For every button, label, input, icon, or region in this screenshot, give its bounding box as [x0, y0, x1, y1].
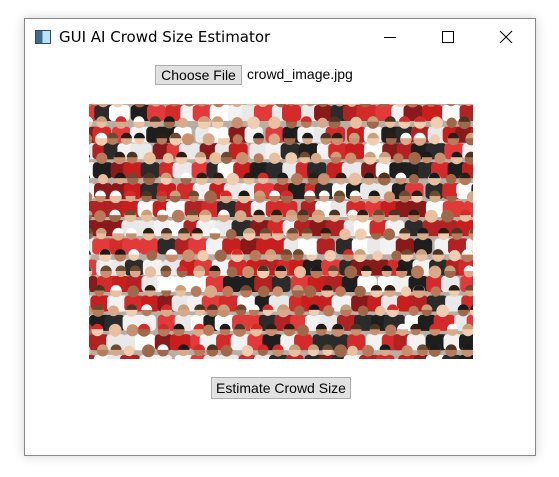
estimate-crowd-size-button[interactable]: Estimate Crowd Size — [211, 377, 351, 399]
app-window-icon — [35, 30, 51, 44]
selected-file-name: crowd_image.jpg — [247, 66, 353, 82]
choose-file-button[interactable]: Choose File — [155, 65, 242, 85]
title-bar[interactable]: GUI AI Crowd Size Estimator — [25, 19, 535, 57]
maximize-button[interactable] — [419, 19, 477, 55]
minimize-button[interactable] — [361, 19, 419, 55]
maximize-icon — [442, 31, 454, 43]
crowd-photo — [89, 104, 473, 359]
window-title: GUI AI Crowd Size Estimator — [59, 28, 271, 46]
minimize-icon — [384, 37, 396, 38]
close-icon — [499, 30, 513, 44]
app-window: GUI AI Crowd Size Estimator Choose File … — [24, 18, 536, 456]
close-button[interactable] — [477, 19, 535, 55]
